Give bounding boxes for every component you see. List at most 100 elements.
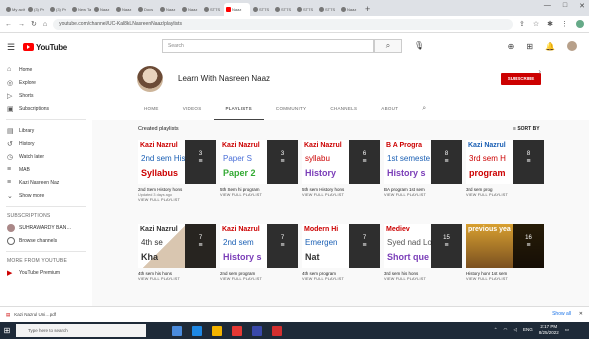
sidebar-library-item[interactable]: ↺ History [0,137,92,150]
channel-tab[interactable]: VIDEOS [171,98,214,120]
channel-search-icon[interactable]: ⌕ [410,105,426,113]
playlist-card[interactable]: Kazi Nazrul syllabu History 6 ≡ 5th sem Histo… [302,140,380,197]
playlist-card[interactable]: previous yea 16 ≡ History honr 1st sem VIEW … [466,224,544,281]
search-button[interactable]: ⌕ [374,39,402,53]
sidebar-library-item[interactable]: ⌄ Show more [0,189,92,202]
view-full-playlist-link[interactable]: VIEW FULL PLAYLIST [220,277,298,281]
network-icon[interactable]: ◠ [504,327,508,333]
browser-tab[interactable]: My activ [4,3,25,16]
extensions-icon[interactable]: ✱ [547,20,553,28]
windows-start-icon[interactable]: ⊞ [0,322,14,339]
section-title[interactable]: Created playlists [138,126,179,132]
youtube-logo[interactable]: YouTube [23,43,143,52]
browser-tab[interactable]: Naaz [224,3,250,16]
playlist-card[interactable]: Modern Hi Emergen Nat 7 ≡ 4th sem program VIEW… [302,224,380,281]
playlist-title[interactable]: 2nd sem program [220,271,298,276]
file-explorer-icon[interactable] [212,325,222,336]
tray-chevron-icon[interactable]: ⌃ [494,327,498,333]
sidebar-library-item[interactable]: ▤ Library [0,124,92,137]
browser-tab[interactable]: STTS [202,3,223,16]
subscription-item[interactable]: Browse channels [0,234,92,247]
media-app-icon[interactable] [272,325,282,336]
playlist-thumbnail[interactable]: Kazi Nazrul 2nd sem History s 7 ≡ [220,224,298,268]
url-field[interactable]: youtube.com/channel/UC-Kal8kLNasreenNaaz… [53,18,513,30]
playlist-title[interactable]: 5th Sem hi program [220,187,298,192]
playlist-thumbnail[interactable]: Mediev Syed nad Lo Short que 15 ≡ [384,224,462,268]
playlist-title[interactable]: 2nd Sem History hons [138,187,216,192]
bookmark-star-icon[interactable]: ☆ [533,20,539,28]
show-all-downloads-link[interactable]: Show all [552,311,571,317]
playlist-title[interactable]: 4th sem program [302,271,380,276]
clock[interactable]: 2:17 PM 8/25/2022 [539,324,559,335]
playlist-thumbnail[interactable]: Kazi Nazrul syllabu History 6 ≡ [302,140,380,184]
playlist-title[interactable]: 4th sem his hons [138,271,216,276]
view-full-playlist-link[interactable]: VIEW FULL PLAYLIST [138,277,216,281]
playlist-title[interactable]: 5th sem History hons [302,187,380,192]
profile-avatar[interactable] [576,20,584,28]
browser-tab[interactable]: Naaz [180,3,201,16]
playlist-card[interactable]: Mediev Syed nad Lo Short que 15 ≡ 3rd sem his… [384,224,462,281]
playlist-thumbnail[interactable]: Kazi Nazrul 3rd sem H program 8 ≡ [466,140,544,184]
view-full-playlist-link[interactable]: VIEW FULL PLAYLIST [138,198,216,202]
create-video-icon[interactable]: ⊕ [508,42,515,51]
browser-tab[interactable]: New Ta [70,3,91,16]
playlist-card[interactable]: Kazi Nazrul 4th se Kha 7 ≡ 4th sem his hons VI… [138,224,216,281]
playlist-thumbnail[interactable]: Kazi Nazrul Paper S Paper 2 3 ≡ [220,140,298,184]
sidebar-library-item[interactable]: ◷ Watch later [0,150,92,163]
browser-tab[interactable]: Docs [136,3,157,16]
close-button[interactable]: ✕ [579,2,585,10]
view-full-playlist-link[interactable]: VIEW FULL PLAYLIST [466,193,544,197]
subscription-item[interactable]: SUHRAWARDY BAN… [0,221,92,234]
browser-tab[interactable]: STTS [251,3,272,16]
reload-icon[interactable]: ↻ [31,20,37,28]
chevron-right-icon[interactable]: › [538,67,541,76]
apps-icon[interactable]: ⊞ [526,42,533,51]
view-full-playlist-link[interactable]: VIEW FULL PLAYLIST [302,277,380,281]
channel-tab[interactable]: COMMUNITY [264,98,318,120]
playlist-card[interactable]: B A Progra 1st semeste History s 8 ≡ BA progr… [384,140,462,197]
sidebar-library-item[interactable]: ≡ Kazi Nasreen Naz [0,176,92,189]
playlist-thumbnail[interactable]: previous yea 16 ≡ [466,224,544,268]
playlist-thumbnail[interactable]: Modern Hi Emergen Nat 7 ≡ [302,224,380,268]
playlist-thumbnail[interactable]: B A Progra 1st semeste History s 8 ≡ [384,140,462,184]
playlist-thumbnail[interactable]: Kazi Nazrul 4th se Kha 7 ≡ [138,224,216,268]
maximize-button[interactable]: □ [563,2,567,10]
browser-tab[interactable]: (3) Pr [26,3,47,16]
subscribe-button[interactable]: SUBSCRIBE [501,73,541,85]
back-icon[interactable]: ← [5,21,12,28]
search-input[interactable]: Search [162,39,374,53]
store-icon[interactable] [252,325,262,336]
playlist-title[interactable]: History honr 1st sem [466,271,544,276]
channel-tab[interactable]: ABOUT [369,98,410,120]
sidebar-item[interactable]: ⌂ Home [0,63,92,76]
view-full-playlist-link[interactable]: VIEW FULL PLAYLIST [466,277,544,281]
share-icon[interactable]: ⇪ [519,20,525,28]
forward-icon[interactable]: → [18,21,25,28]
home-icon[interactable]: ⌂ [43,21,47,28]
close-downloads-icon[interactable]: ✕ [579,311,583,317]
notifications-bell-icon[interactable]: 🔔 [545,42,555,51]
browser-tab[interactable]: (3) Pr [48,3,69,16]
channel-tab[interactable]: HOME [132,98,171,120]
view-full-playlist-link[interactable]: VIEW FULL PLAYLIST [220,193,298,197]
hamburger-menu-icon[interactable]: ☰ [7,42,23,53]
download-file-label[interactable]: Kazi Nazrul Uni…pdf [14,312,56,317]
microphone-icon[interactable]: 🎙 [414,41,424,50]
sidebar-item[interactable]: ▷ Shorts [0,89,92,102]
sidebar-item[interactable]: ▣ Subscriptions [0,102,92,115]
language-indicator[interactable]: ENG [523,327,533,332]
playlist-title[interactable]: 3rd sem prog [466,187,544,192]
playlist-card[interactable]: Kazi Nazrul 3rd sem H program 8 ≡ 3rd sem pro… [466,140,544,197]
browser-tab[interactable]: STTS [273,3,294,16]
playlist-card[interactable]: Kazi Nazrul Paper S Paper 2 3 ≡ 5th Sem hi pr… [220,140,298,197]
menu-dots-icon[interactable]: ⋮ [561,20,568,28]
channel-tab[interactable]: CHANNELS [318,98,369,120]
sidebar-library-item[interactable]: ≡ MAB [0,163,92,176]
channel-avatar[interactable] [137,66,163,92]
browser-tab[interactable]: Naaz [92,3,113,16]
edge-icon[interactable] [192,325,202,336]
playlist-thumbnail[interactable]: Kazi Nazrul 2nd sem His Syllabus 3 ≡ [138,140,216,184]
new-tab-button[interactable]: + [365,3,370,16]
task-view-icon[interactable] [172,325,182,336]
minimize-button[interactable]: — [544,2,551,10]
